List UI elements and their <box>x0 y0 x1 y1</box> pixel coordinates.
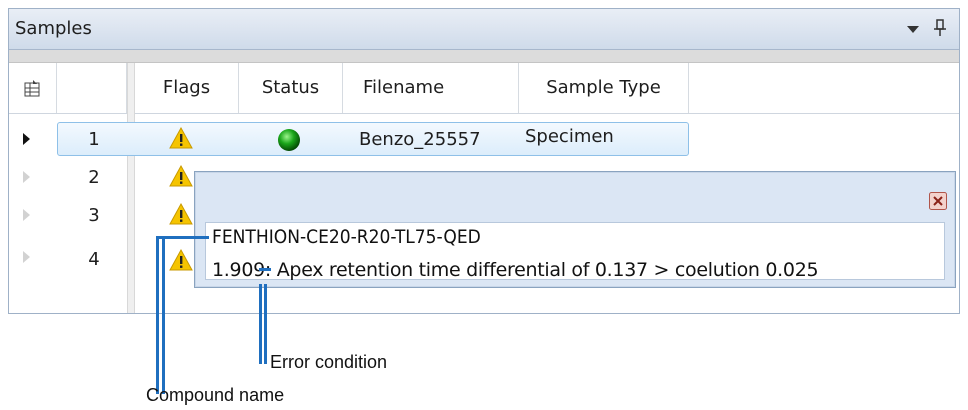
compound-name-label: Compound name <box>146 385 285 405</box>
flags-header[interactable]: Flags <box>135 63 239 113</box>
pin-icon[interactable] <box>933 19 947 37</box>
callout-line <box>259 268 271 271</box>
callout-line <box>259 284 262 364</box>
column-chooser-cell[interactable] <box>9 63 57 113</box>
sample-type-cell: Specimen <box>525 126 614 147</box>
callout-line <box>264 284 267 364</box>
status-header[interactable]: Status <box>239 63 343 113</box>
dropdown-arrow-icon[interactable] <box>907 26 919 33</box>
table-row[interactable]: 1 Benzo_25557 Specimen <box>9 121 959 159</box>
compound-name-text: FENTHION-CE20-R20-TL75-QED <box>212 226 481 248</box>
sample-type-header[interactable]: Sample Type <box>519 63 689 113</box>
filename-header[interactable]: Filename <box>343 63 519 113</box>
warning-icon[interactable] <box>169 165 193 187</box>
callout-line <box>156 236 159 394</box>
grid-header: Flags Status Filename Sample Type <box>9 63 959 114</box>
row-number: 3 <box>88 205 100 226</box>
green-ball-icon <box>278 129 300 151</box>
callout-line <box>162 236 165 394</box>
row-indicator-icon <box>23 251 30 263</box>
warning-icon[interactable] <box>169 249 193 271</box>
close-icon[interactable] <box>929 192 947 210</box>
row-number: 4 <box>88 249 100 270</box>
panel-title: Samples <box>15 18 92 39</box>
rownum-header <box>57 63 127 113</box>
row-number: 1 <box>88 129 100 150</box>
row-indicator-icon <box>23 209 30 221</box>
filename-cell: Benzo_25557 <box>359 129 481 150</box>
row-indicator-icon <box>23 133 30 145</box>
error-condition-label: Error condition <box>270 352 388 372</box>
column-chooser-icon[interactable] <box>24 79 42 97</box>
warning-icon[interactable] <box>169 203 193 225</box>
row-number: 2 <box>88 167 100 188</box>
warning-icon[interactable] <box>169 127 193 149</box>
panel-titlebar: Samples <box>9 9 959 50</box>
error-condition-text: 1.909: Apex retention time differential … <box>212 259 819 281</box>
horizontal-scrollbar[interactable] <box>9 50 959 63</box>
row-indicator-icon <box>23 171 30 183</box>
